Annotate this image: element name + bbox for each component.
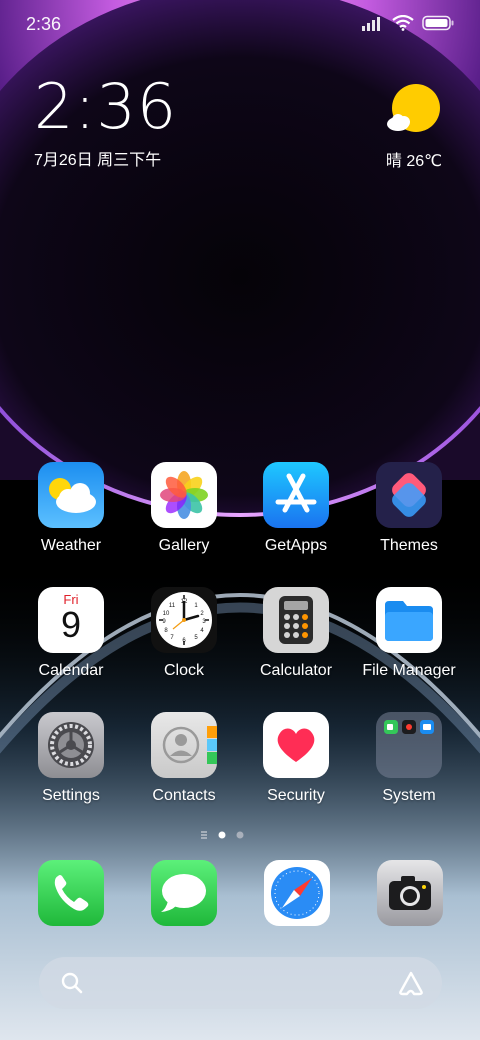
app-calculator[interactable]: Calculator xyxy=(240,587,352,680)
dock-camera[interactable] xyxy=(377,860,443,926)
app-label: Weather xyxy=(40,537,102,554)
app-store-icon xyxy=(263,462,329,528)
status-time: 2:36 xyxy=(26,14,62,34)
app-weather[interactable]: Weather xyxy=(15,462,127,555)
calculator-icon xyxy=(263,587,329,653)
app-themes[interactable]: Themes xyxy=(353,462,465,555)
camera-icon xyxy=(389,876,431,910)
app-label: Settings xyxy=(42,787,100,804)
folder-icon xyxy=(376,587,442,653)
app-settings[interactable]: Settings xyxy=(15,712,127,805)
app-label: GetApps xyxy=(264,537,328,554)
list-pages-icon xyxy=(201,831,207,839)
page-indicator[interactable] xyxy=(0,828,480,842)
dock-safari[interactable] xyxy=(264,860,330,926)
assistant-icon[interactable] xyxy=(397,970,425,996)
app-security[interactable]: Security xyxy=(240,712,352,805)
app-file-manager[interactable]: File Manager xyxy=(353,587,465,680)
compass-icon xyxy=(271,867,323,919)
message-icon xyxy=(161,874,206,912)
app-gallery[interactable]: Gallery xyxy=(128,462,240,555)
app-system-folder[interactable]: System xyxy=(353,712,465,805)
heart-icon xyxy=(263,712,329,778)
app-clock[interactable]: 1212 345 678 91011 Clock xyxy=(128,587,240,680)
calendar-day: 9 xyxy=(60,604,82,645)
photos-flower-icon xyxy=(151,462,217,528)
status-bar: 2:36 xyxy=(0,0,480,50)
battery-icon xyxy=(422,15,454,31)
weather-widget[interactable]: 晴 26℃ xyxy=(384,84,444,171)
app-label: Clock xyxy=(163,662,204,679)
svg-text:10: 10 xyxy=(163,611,170,617)
app-contacts[interactable]: Contacts xyxy=(128,712,240,805)
contacts-icon xyxy=(151,712,217,778)
app-label: Contacts xyxy=(152,787,216,804)
folder-group-icon xyxy=(376,712,442,778)
app-label: Security xyxy=(267,787,325,804)
search-bar[interactable] xyxy=(39,957,442,1009)
gear-icon xyxy=(38,712,104,778)
clock-icon: 1212 345 678 91011 xyxy=(151,587,217,653)
app-label: Gallery xyxy=(158,537,210,554)
app-label: Calculator xyxy=(259,662,333,679)
app-label: File Manager xyxy=(362,662,456,679)
svg-text:11: 11 xyxy=(169,603,176,609)
weather-temperature: 晴 26℃ xyxy=(385,153,443,170)
calendar-icon: Fri 9 xyxy=(38,587,104,653)
wifi-icon xyxy=(392,15,414,31)
page-dot-active xyxy=(218,831,226,839)
weather-icon xyxy=(38,462,104,528)
app-label: System xyxy=(382,787,436,804)
app-getapps[interactable]: GetApps xyxy=(240,462,352,555)
page-dot-inactive xyxy=(236,831,244,839)
search-icon[interactable] xyxy=(60,971,84,995)
widget-date: 7月26日 周三下午 xyxy=(34,152,162,169)
phone-icon xyxy=(54,875,89,911)
clock-widget[interactable]: 2:36 7月26日 周三下午 xyxy=(34,76,177,170)
app-label: Themes xyxy=(380,537,438,554)
sun-cloud-icon xyxy=(387,84,440,132)
dock-phone[interactable] xyxy=(38,860,104,926)
home-screen: 2:36 2:36 7月26日 周三下午 晴 26℃ Weather Galle… xyxy=(0,0,480,1040)
widget-time: 2:36 xyxy=(34,70,178,143)
app-label: Calendar xyxy=(38,662,104,679)
signal-icon xyxy=(362,17,380,31)
shortcuts-icon xyxy=(376,462,442,528)
dock-messages[interactable] xyxy=(151,860,217,926)
app-calendar[interactable]: Fri 9 Calendar xyxy=(15,587,127,680)
